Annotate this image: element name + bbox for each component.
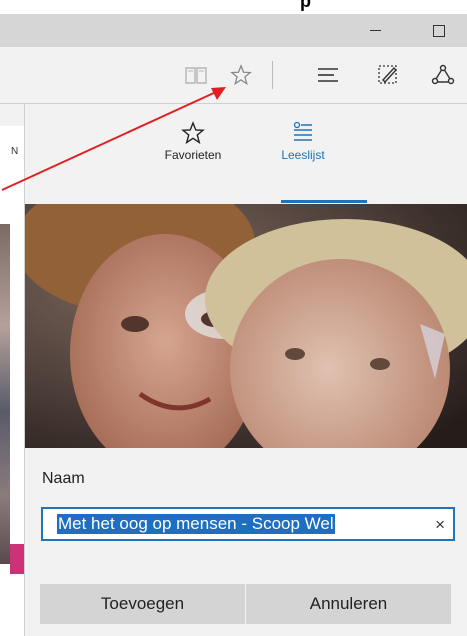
tab-favorieten[interactable]: Favorieten xyxy=(143,114,243,202)
add-favorite-button[interactable] xyxy=(223,57,259,93)
share-button[interactable] xyxy=(425,57,461,93)
reading-view-button[interactable] xyxy=(178,57,214,93)
article-photo xyxy=(25,204,467,448)
name-input-value: Met het oog op mensen - Scoop Wel xyxy=(57,514,335,534)
share-icon xyxy=(431,64,455,85)
add-button[interactable]: Toevoegen xyxy=(40,584,245,624)
book-icon xyxy=(185,67,207,84)
name-input[interactable]: Met het oog op mensen - Scoop Wel × xyxy=(41,507,455,541)
star-icon xyxy=(230,64,252,86)
web-note-icon xyxy=(378,65,397,84)
clear-input-button[interactable]: × xyxy=(435,515,445,535)
page-header-strip xyxy=(0,104,24,126)
page-pink-block xyxy=(10,544,24,574)
minimize-icon xyxy=(369,30,381,31)
hub-panel: Favorieten Leeslijst Naam Met het oog op… xyxy=(24,104,467,636)
name-label: Naam xyxy=(42,470,85,487)
cancel-button[interactable]: Annuleren xyxy=(246,584,451,624)
reading-list-icon xyxy=(293,121,312,141)
toolbar-separator xyxy=(272,61,273,89)
tab-leeslijst[interactable]: Leeslijst xyxy=(253,114,353,202)
web-note-button[interactable] xyxy=(370,57,406,93)
page-content-sliver: N xyxy=(0,104,24,636)
star-icon xyxy=(181,121,205,145)
browser-toolbar xyxy=(0,47,467,104)
hub-icon xyxy=(318,68,338,82)
tab-favorieten-label: Favorieten xyxy=(164,148,222,162)
page-partial-text: N xyxy=(11,146,19,157)
hub-button[interactable] xyxy=(310,57,346,93)
article-thumbnail xyxy=(25,204,467,448)
tab-leeslijst-label: Leeslijst xyxy=(281,148,325,162)
title-bar xyxy=(0,14,467,47)
caption-strip: p xyxy=(0,0,467,14)
maximize-icon xyxy=(433,24,445,37)
maximize-button[interactable] xyxy=(416,14,462,47)
minimize-button[interactable] xyxy=(352,14,398,47)
page-image-sliver xyxy=(0,224,10,564)
caption-text: p xyxy=(300,0,311,11)
active-tab-indicator xyxy=(281,200,367,203)
